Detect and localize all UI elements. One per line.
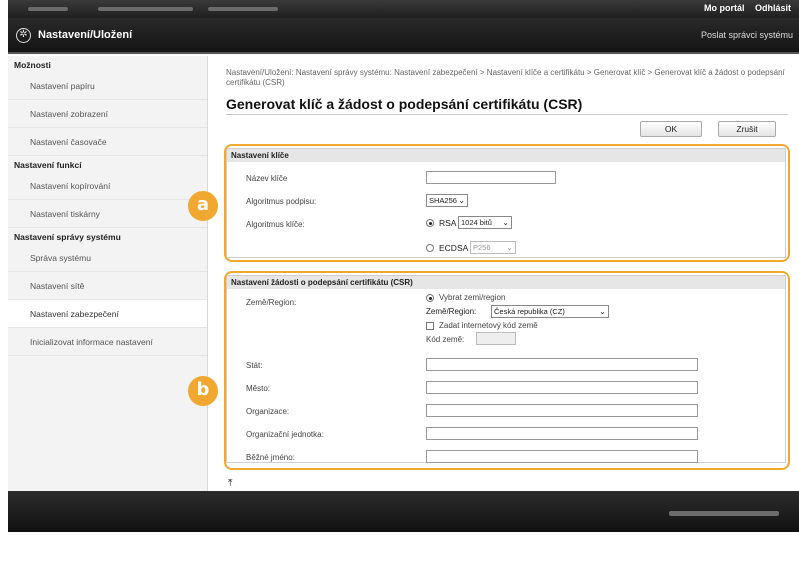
title-divider [226,114,788,115]
send-to-admin-link[interactable]: Poslat správci systému [701,30,793,40]
scroll-to-top-icon[interactable]: ⤒ [228,478,232,489]
footer-bar [8,491,799,532]
sidebar-item-paper-settings[interactable]: Nastavení papíru [8,72,207,100]
blurred-text [28,7,68,11]
sidebar-heading: Možnosti [14,60,51,70]
cancel-button[interactable]: Zrušit [718,121,776,137]
sidebar-heading: Nastavení funkcí [14,160,82,170]
title-bar: ✲ Nastavení/Uložení Poslat správci systé… [8,18,799,54]
main-content: Nastavení/Uložení: Nastavení správy syst… [188,56,799,491]
sidebar-item-system-management[interactable]: Správa systému [8,244,207,272]
blurred-text [669,511,779,516]
logout-link[interactable]: Odhlásit [755,3,791,13]
sidebar-item-printer-settings[interactable]: Nastavení tiskárny [8,200,207,228]
sidebar-item-copy-settings[interactable]: Nastavení kopírování [8,172,207,200]
portal-link[interactable]: Mo portál [704,3,745,13]
highlight-box-b [224,271,790,470]
top-bar: Mo portál Odhlásit [8,0,799,18]
blurred-text [208,7,278,11]
badge-a: a [188,191,218,221]
app-title: Nastavení/Uložení [38,29,133,41]
sidebar-item-display-settings[interactable]: Nastavení zobrazení [8,100,207,128]
badge-b: b [188,376,218,406]
sidebar-item-security-settings[interactable]: Nastavení zabezpečení [8,300,207,328]
highlight-box-a [224,144,790,262]
breadcrumb: Nastavení/Uložení: Nastavení správy syst… [226,68,785,87]
sidebar-item-network-settings[interactable]: Nastavení sítě [8,272,207,300]
blurred-text [98,7,193,11]
sidebar-item-timer-settings[interactable]: Nastavení časovače [8,128,207,156]
sidebar: Možnosti Nastavení papíru Nastavení zobr… [8,56,208,491]
sidebar-item-initialize-settings[interactable]: Inicializovat informace nastavení [8,328,207,356]
settings-logo-icon: ✲ [16,28,31,43]
ok-button[interactable]: OK [640,121,702,137]
sidebar-heading: Nastavení správy systému [14,232,121,242]
page-title: Generovat klíč a žádost o podepsání cert… [226,96,583,112]
top-links: Mo portál Odhlásit [696,3,791,13]
browser-frame: Mo portál Odhlásit ✲ Nastavení/Uložení P… [8,0,799,532]
